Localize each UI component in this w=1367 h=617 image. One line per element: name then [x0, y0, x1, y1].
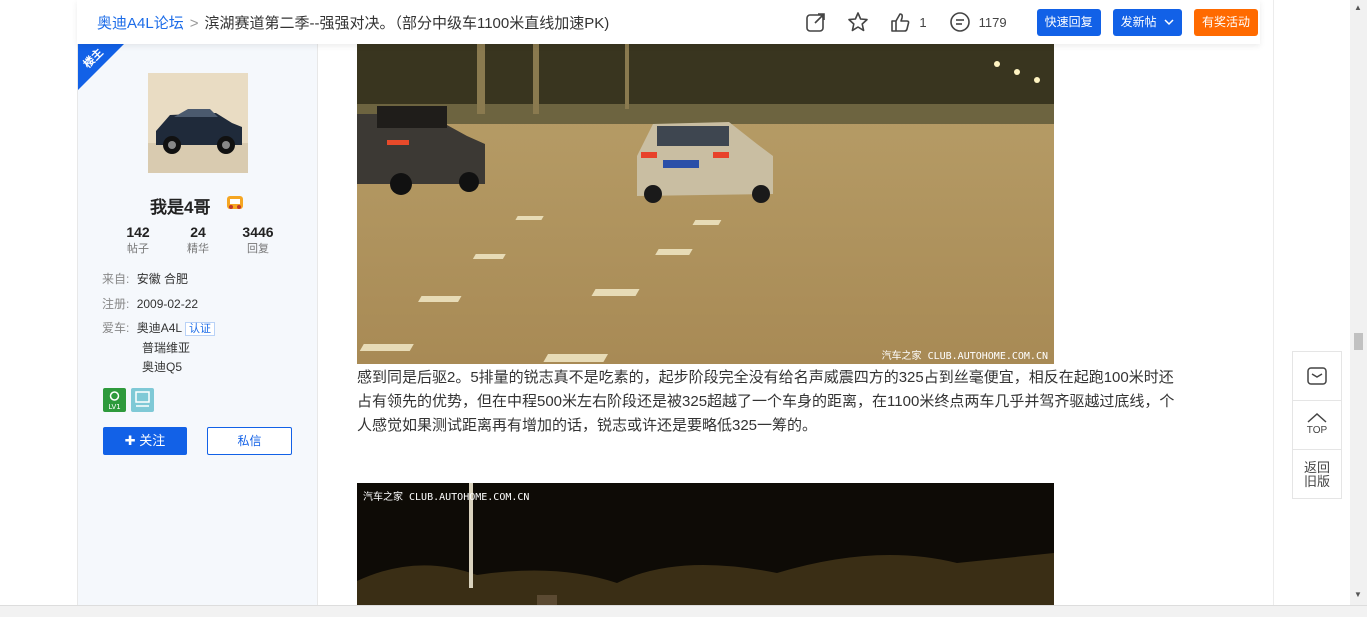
- stat-value: 24: [190, 224, 206, 240]
- reward-activity-button[interactable]: 有奖活动: [1193, 8, 1258, 36]
- reply-count[interactable]: 1179: [949, 11, 1007, 33]
- new-post-label: 发新帖: [1120, 14, 1157, 29]
- back-to-top-button[interactable]: TOP: [1293, 401, 1341, 450]
- stat-label: 回复: [247, 243, 269, 255]
- registered-key: 注册:: [102, 297, 130, 311]
- content-right-border: [1273, 0, 1274, 605]
- certified-badge[interactable]: 认证: [185, 322, 216, 336]
- author-location: 来自: 安徽 合肥: [102, 270, 188, 287]
- top-label: TOP: [1306, 425, 1328, 436]
- cars-key: 爱车:: [102, 321, 130, 335]
- stat-label: 精华: [187, 243, 209, 255]
- arrow-up-icon: [1307, 412, 1327, 423]
- scroll-up-arrow-icon[interactable]: ▲: [1354, 3, 1362, 12]
- new-post-button[interactable]: 发新帖: [1112, 8, 1182, 36]
- back-old-line1: 返回: [1303, 459, 1330, 475]
- floating-toolbar: TOP 返回 旧版: [1292, 351, 1342, 499]
- location-value: 安徽 合肥: [136, 272, 189, 286]
- thread-title: 滨湖赛道第二季--强强对决。（部分中级车1100米直线加速PK): [204, 15, 610, 32]
- location-key: 来自:: [102, 272, 130, 286]
- chevron-down-icon: [1164, 9, 1174, 36]
- avatar[interactable]: [148, 73, 248, 173]
- vertical-scrollbar[interactable]: ▲ ▼: [1350, 0, 1367, 605]
- forum-link[interactable]: 奥迪A4L论坛: [97, 15, 184, 32]
- thread-toolbar: 1 1179 快速回复 发新帖 有奖活动: [805, 8, 1258, 36]
- message-center-button[interactable]: [1293, 352, 1341, 401]
- comment-icon: [949, 12, 970, 32]
- author-panel: 楼主 我是4哥 142 帖子 24 精华 3446 回复 来自: 安徽 合肥 注…: [77, 0, 318, 605]
- car-link[interactable]: 奥迪A4L: [137, 321, 182, 335]
- like-count: 1: [919, 14, 927, 30]
- like-button[interactable]: 1: [889, 11, 927, 33]
- stat-value: 3446: [242, 224, 274, 240]
- image-watermark: 汽车之家 CLUB.AUTOHOME.COM.CN: [881, 351, 1048, 362]
- scroll-down-arrow-icon[interactable]: ▼: [1354, 590, 1362, 599]
- message-button[interactable]: 私信: [207, 427, 292, 455]
- author-cars: 爱车: 奥迪A4L 认证: [102, 319, 216, 336]
- author-registered: 注册: 2009-02-22: [102, 295, 198, 312]
- scrollbar-thumb[interactable]: [1354, 333, 1363, 350]
- registered-value: 2009-02-22: [136, 297, 199, 311]
- username[interactable]: 我是4哥: [150, 193, 210, 218]
- stat-featured[interactable]: 24 精华: [168, 224, 228, 256]
- image-watermark: 汽车之家 CLUB.AUTOHOME.COM.CN: [363, 492, 530, 503]
- share-icon: [806, 13, 826, 32]
- car-link[interactable]: 奥迪Q5: [142, 358, 182, 375]
- stat-value: 142: [126, 224, 150, 240]
- post-image-2[interactable]: 汽车之家 CLUB.AUTOHOME.COM.CN: [357, 483, 1054, 605]
- breadcrumb: 奥迪A4L论坛 > 滨湖赛道第二季--强强对决。（部分中级车1100米直线加速PK): [97, 12, 609, 33]
- level-label: LV1: [108, 403, 120, 411]
- back-to-old-version-button[interactable]: 返回 旧版: [1293, 450, 1341, 499]
- stat-label: 帖子: [127, 243, 149, 255]
- badge-icon[interactable]: [131, 388, 154, 412]
- vip-badge-icon: [227, 196, 243, 209]
- post-paragraph: 感到同是后驱2。5排量的锐志真不是吃素的，起步阶段完全没有给名声威震四方的325…: [357, 369, 1175, 434]
- quick-reply-button[interactable]: 快速回复: [1036, 8, 1101, 36]
- reply-count-value: 1179: [978, 14, 1007, 30]
- stat-replies[interactable]: 3446 回复: [228, 224, 288, 256]
- star-icon: [848, 12, 869, 32]
- mail-icon: [1307, 367, 1327, 385]
- favorite-button[interactable]: [847, 11, 869, 33]
- follow-label: 关注: [139, 433, 166, 448]
- car-link[interactable]: 普瑞维亚: [142, 339, 190, 356]
- follow-button[interactable]: ✚ 关注: [103, 427, 187, 455]
- level-badge[interactable]: LV1: [103, 388, 126, 412]
- browser-status-bar: [0, 605, 1367, 617]
- thumbs-up-icon: [891, 13, 910, 32]
- post-image-1[interactable]: 汽车之家 CLUB.AUTOHOME.COM.CN: [357, 44, 1054, 364]
- author-stats: 142 帖子 24 精华 3446 回复: [108, 224, 288, 256]
- thread-header-bar: 奥迪A4L论坛 > 滨湖赛道第二季--强强对决。（部分中级车1100米直线加速PK)…: [77, 0, 1260, 44]
- back-old-line2: 旧版: [1303, 473, 1330, 489]
- share-button[interactable]: [805, 11, 827, 33]
- breadcrumb-separator: >: [189, 15, 199, 32]
- stat-posts[interactable]: 142 帖子: [108, 224, 168, 256]
